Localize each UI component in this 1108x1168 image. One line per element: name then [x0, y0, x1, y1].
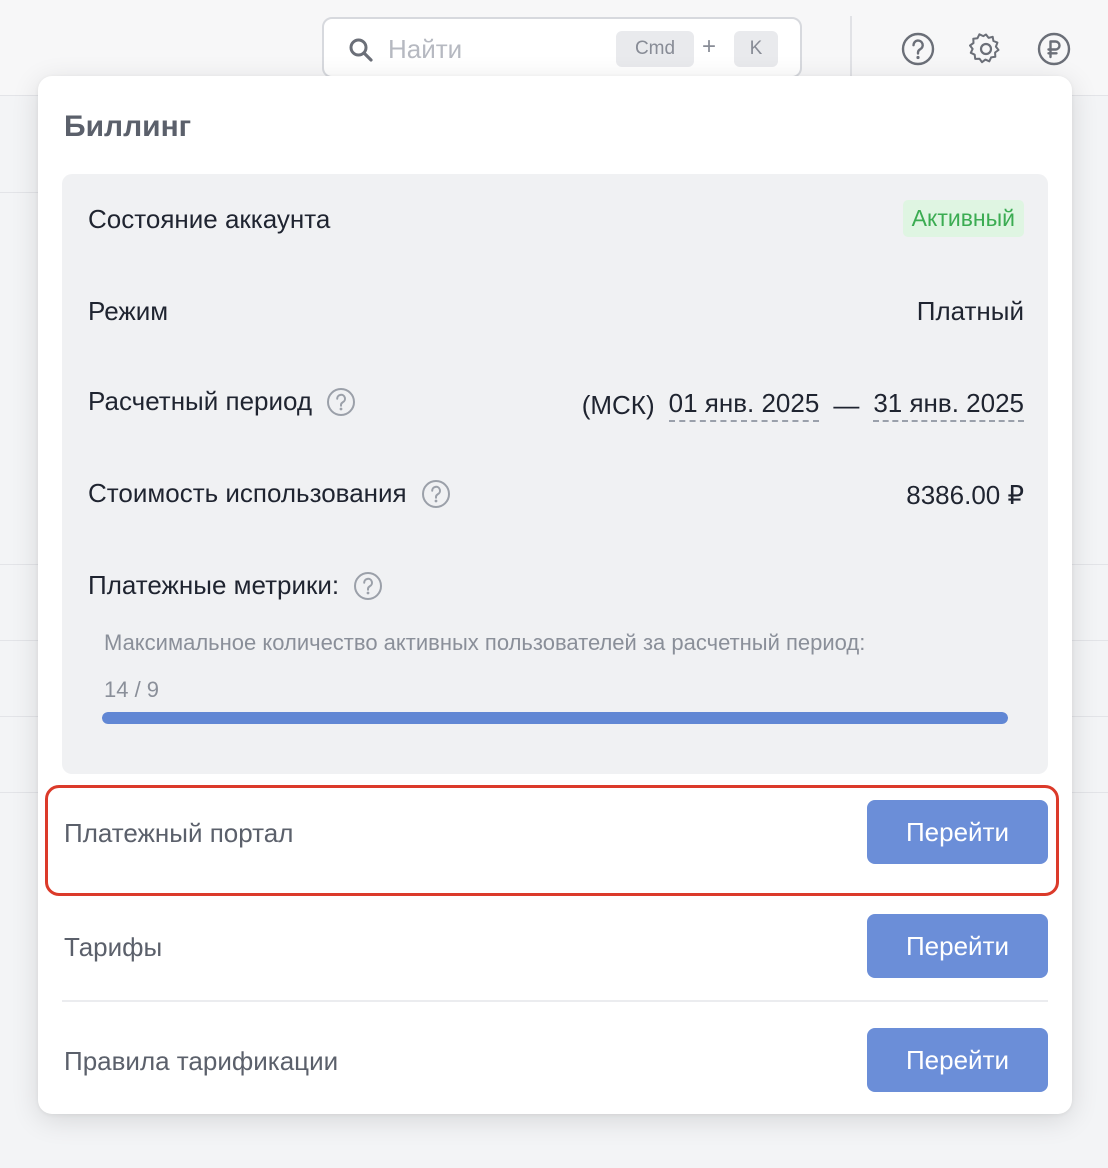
- billing-rules-go-button[interactable]: Перейти: [867, 1028, 1048, 1092]
- help-icon[interactable]: [421, 479, 451, 509]
- toolbar-divider: [850, 16, 852, 76]
- account-state-label: Состояние аккаунта: [88, 204, 330, 235]
- gear-icon[interactable]: [969, 32, 1003, 71]
- payment-metrics-label: Платежные метрики:: [88, 570, 383, 601]
- billing-period-start[interactable]: 01 янв. 2025: [668, 388, 820, 422]
- background-row-divider: [1072, 640, 1108, 641]
- usage-cost-value: 8386.00 ₽: [906, 480, 1024, 510]
- usage-cost-label-text: Стоимость использования: [88, 478, 407, 508]
- background-row-divider: [0, 716, 40, 717]
- tariffs-label: Тарифы: [64, 932, 163, 962]
- search-icon: [348, 37, 374, 68]
- help-icon[interactable]: [901, 32, 935, 71]
- mode-value: Платный: [916, 296, 1024, 326]
- account-state-label-text: Состояние аккаунта: [88, 204, 331, 234]
- billing-period-timezone: (МСК): [581, 389, 655, 420]
- billing-period-label-text: Расчетный период: [88, 386, 313, 416]
- background-row-divider: [0, 792, 40, 793]
- mode-label-text: Режим: [88, 296, 169, 326]
- billing-period-value: (МСК) 01 янв. 2025 — 31 янв. 2025: [582, 388, 1024, 422]
- account-state-value: Активный: [902, 200, 1024, 237]
- shortcut-k-key: K: [734, 31, 778, 67]
- ruble-icon[interactable]: [1037, 32, 1071, 71]
- payment-portal-label: Платежный портал: [64, 818, 294, 848]
- background-row-divider: [0, 192, 40, 193]
- shortcut-cmd-key: Cmd: [616, 31, 694, 67]
- payment-metrics-label-text: Платежные метрики:: [88, 570, 340, 600]
- shortcut-plus: +: [702, 33, 717, 60]
- billing-period-end[interactable]: 31 янв. 2025: [873, 388, 1024, 422]
- metrics-value: 14 / 9: [104, 677, 160, 702]
- mode-label: Режим: [88, 296, 168, 327]
- billing-title: Биллинг: [64, 110, 192, 143]
- payment-portal-go-button[interactable]: Перейти: [867, 800, 1048, 864]
- background-row-divider: [1072, 792, 1108, 793]
- background-row-divider: [1072, 564, 1108, 565]
- active-users-progress-bar: [102, 712, 1008, 724]
- billing-popover: Биллинг Состояние аккаунта Активный Режи…: [38, 76, 1072, 1114]
- background-row-divider: [0, 640, 40, 641]
- metrics-description: Максимальное количество активных пользов…: [104, 630, 866, 655]
- billing-info-box: Состояние аккаунта Активный Режим Платны…: [62, 174, 1048, 774]
- usage-cost-label: Стоимость использования: [88, 478, 451, 509]
- background-row-divider: [1072, 716, 1108, 717]
- progress-bar-fill: [102, 712, 1008, 724]
- billing-period-separator: —: [833, 389, 860, 420]
- status-badge: Активный: [902, 200, 1024, 237]
- help-icon[interactable]: [353, 571, 383, 601]
- tariffs-go-button[interactable]: Перейти: [867, 914, 1048, 978]
- search-input[interactable]: Найти Cmd + K: [322, 17, 802, 78]
- row-divider: [62, 1000, 1048, 1002]
- billing-rules-label: Правила тарификации: [64, 1046, 339, 1076]
- search-placeholder: Найти: [388, 34, 463, 64]
- billing-period-label: Расчетный период: [88, 386, 356, 417]
- background-row-divider: [0, 564, 40, 565]
- help-icon[interactable]: [326, 387, 356, 417]
